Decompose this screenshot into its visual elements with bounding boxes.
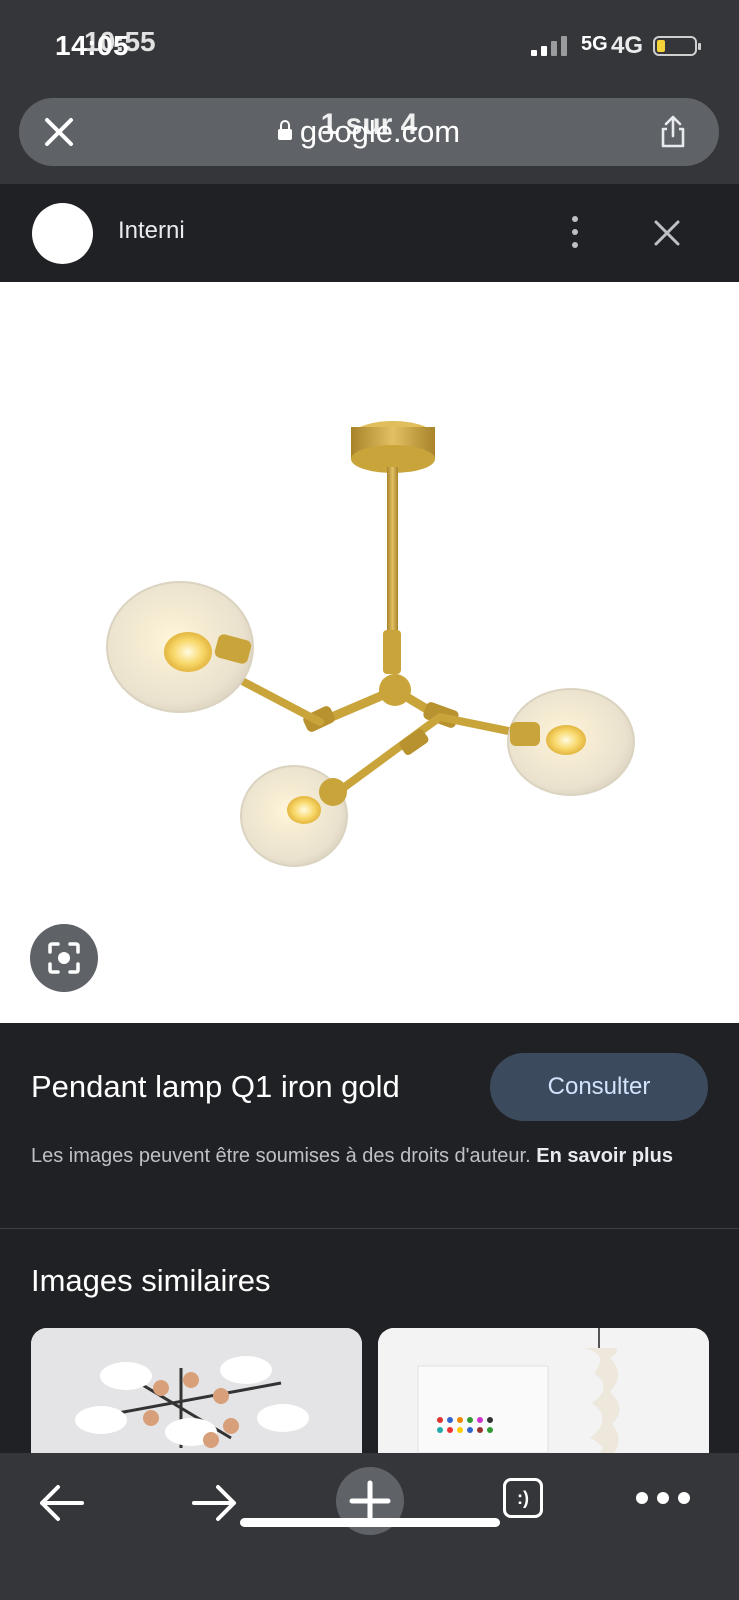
url-text: google.com <box>299 114 461 149</box>
signal-icon <box>531 34 571 56</box>
product-image[interactable] <box>0 282 739 1023</box>
copyright-notice: Les images peuvent être soumises à des d… <box>31 1141 691 1172</box>
learn-more-link[interactable]: En savoir plus <box>536 1145 673 1167</box>
tab-switcher-button[interactable]: :) <box>503 1478 543 1518</box>
browser-toolbar: google.com 1 sur 4 <box>0 90 739 184</box>
arrow-left-icon[interactable] <box>32 1473 92 1533</box>
more-vert-icon[interactable] <box>560 216 590 250</box>
home-indicator[interactable] <box>240 1518 500 1527</box>
share-icon[interactable] <box>655 114 691 150</box>
battery-icon <box>653 36 701 56</box>
site-favicon <box>32 203 93 264</box>
status-time-overlay: 10:55 <box>84 26 156 57</box>
screen: 14:05 10:55 5G 4G google.com 1 sur 4 Int… <box>0 0 739 1600</box>
image-details: Pendant lamp Q1 iron gold Consulter Les … <box>0 1023 739 1228</box>
similar-images-heading: Images similaires <box>31 1263 271 1298</box>
lens-search-icon[interactable] <box>30 924 98 992</box>
arrow-right-icon[interactable] <box>184 1473 244 1533</box>
status-bar: 14:05 10:55 5G 4G <box>0 0 739 90</box>
divider <box>0 1228 739 1229</box>
network-overlay-label: 4G <box>611 32 644 59</box>
similar-image-thumbnail[interactable] <box>378 1328 709 1453</box>
source-site-header: Interni <box>0 184 739 282</box>
site-name[interactable]: Interni <box>118 217 185 245</box>
more-horiz-icon[interactable] <box>636 1492 690 1504</box>
visit-button[interactable]: Consulter <box>490 1053 708 1121</box>
close-icon[interactable] <box>648 214 686 252</box>
pendant-lamp-image <box>106 421 635 867</box>
lock-icon <box>277 120 292 142</box>
similar-image-thumbnail[interactable] <box>31 1328 362 1453</box>
url-display[interactable]: google.com <box>19 98 719 166</box>
address-bar[interactable]: google.com 1 sur 4 <box>19 98 719 166</box>
image-title: Pendant lamp Q1 iron gold <box>31 1069 400 1104</box>
copyright-text: Les images peuvent être soumises à des d… <box>31 1145 531 1167</box>
network-label: 5G <box>581 33 608 55</box>
